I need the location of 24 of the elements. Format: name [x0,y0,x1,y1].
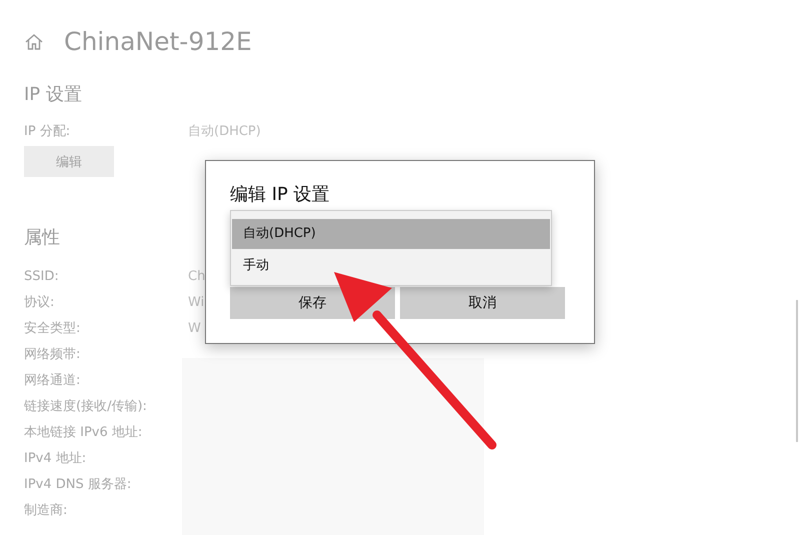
dialog-button[interactable]: 取消 [400,287,565,319]
property-label: 安全类型: [24,320,82,337]
dropdown-option[interactable]: 手动 [232,251,550,281]
dropdown-option[interactable]: 自动(DHCP) [232,219,550,249]
property-label: 本地链接 IPv6 地址: [24,424,144,441]
property-label: 网络通道: [24,372,82,389]
property-label: IPv4 地址: [24,450,88,467]
property-label: 网络频带: [24,346,82,363]
property-value: W [188,320,201,336]
property-label: 协议: [24,294,56,311]
scrollbar[interactable] [796,300,798,442]
home-icon[interactable] [24,32,44,52]
section-heading: 属性 [24,226,60,249]
page-title: ChinaNet-912E [64,27,252,56]
property-label: IP 分配: [24,123,72,140]
dialog-title: 编辑 IP 设置 [230,183,330,206]
section-heading: IP 设置 [24,83,82,106]
property-label: IPv4 DNS 服务器: [24,476,132,493]
property-value: Wi [188,294,204,310]
property-label: SSID: [24,268,60,284]
property-label: 链接速度(接收/传输): [24,398,148,415]
property-value: 自动(DHCP) [188,123,261,140]
property-value: Ch [188,268,206,284]
property-label: 制造商: [24,502,68,519]
